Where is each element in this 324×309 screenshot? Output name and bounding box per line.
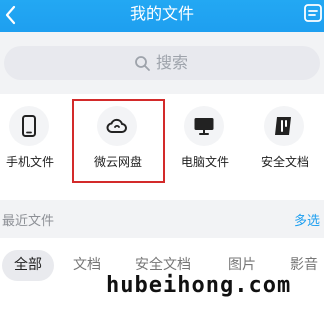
secure-doc-icon (275, 117, 291, 135)
secure-doc-icon-container (264, 106, 304, 146)
filter-tab-docs[interactable]: 文档 (73, 250, 101, 281)
cloud-icon-container (97, 106, 137, 146)
monitor-icon-container (184, 106, 224, 146)
search-icon (135, 56, 150, 71)
quick-item-label: 微云网盘 (93, 155, 142, 169)
recent-files-header: 最近文件 多选 (0, 200, 324, 238)
quick-access-panel: 手机文件 微云网盘 电脑文件 安全文档 (0, 94, 324, 200)
quick-item-secure-docs[interactable]: 安全文档 (245, 94, 324, 200)
quick-item-phone-files[interactable]: 手机文件 (0, 94, 70, 200)
search-placeholder: 搜索 (156, 53, 189, 72)
phone-icon-container (9, 106, 49, 146)
search-input[interactable]: 搜索 (4, 46, 320, 80)
page-title: 我的文件 (129, 4, 194, 23)
filter-tab-all[interactable]: 全部 (2, 250, 54, 281)
sort-button[interactable] (304, 4, 322, 22)
quick-item-label: 电脑文件 (180, 155, 229, 169)
watermark: hubeihong.com (106, 273, 292, 298)
filter-tab-media[interactable]: 影音 (290, 250, 318, 281)
quick-item-computer-files[interactable]: 电脑文件 (165, 94, 245, 200)
multi-select-button[interactable]: 多选 (294, 214, 320, 230)
quick-item-label: 安全文档 (260, 155, 309, 169)
quick-item-cloud-drive[interactable]: 微云网盘 (78, 94, 158, 200)
top-nav-bar: 我的文件 (0, 0, 324, 32)
monitor-icon (194, 118, 214, 135)
search-area: 搜索 (0, 32, 324, 94)
quick-item-label: 手机文件 (5, 155, 54, 169)
sort-icon (304, 4, 322, 22)
phone-icon (22, 115, 36, 137)
recent-files-title: 最近文件 (2, 214, 55, 229)
cloud-icon (106, 118, 127, 133)
